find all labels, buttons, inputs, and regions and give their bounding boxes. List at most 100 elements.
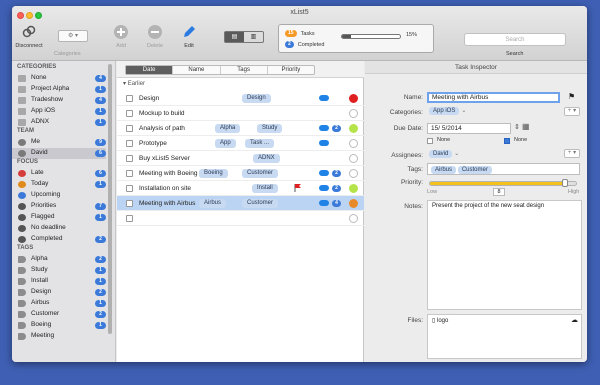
task-tag[interactable]: Task ... <box>245 139 275 148</box>
sort-tab-date[interactable]: Date <box>126 66 174 74</box>
task-checkbox[interactable] <box>126 110 133 117</box>
task-tag[interactable]: App <box>215 139 236 148</box>
priority-dot[interactable] <box>349 124 358 133</box>
name-field[interactable]: Meeting with Airbus <box>427 92 560 103</box>
task-checkbox[interactable] <box>126 125 133 132</box>
task-row[interactable] <box>117 211 364 226</box>
task-checkbox[interactable] <box>126 185 133 192</box>
tasks-status: 15 Tasks <box>285 30 315 37</box>
category-select[interactable]: App iOS ⌄ <box>429 107 466 115</box>
sidebar-item-study[interactable]: Study 1 <box>12 265 106 276</box>
tag-pill-customer[interactable]: Customer <box>457 166 492 174</box>
count-badge: 1 <box>95 119 106 126</box>
files-field[interactable]: ▯ logo ☁ <box>427 314 582 359</box>
task-checkbox[interactable] <box>126 95 133 102</box>
due-date-field[interactable]: 15/ 5/2014 <box>427 123 511 134</box>
tags-field[interactable]: Airbus Customer <box>427 163 580 175</box>
folder-icon <box>18 86 26 93</box>
priority-dot[interactable] <box>349 214 358 223</box>
task-tag[interactable]: Install <box>252 184 278 193</box>
sidebar-item-flagged[interactable]: Flagged 1 <box>12 212 106 223</box>
sidebar-item-priorities[interactable]: Priorities 7 <box>12 201 106 212</box>
assignee-select[interactable]: David ⌄ <box>429 150 459 158</box>
add-category-button[interactable]: + ▾ <box>564 107 580 116</box>
priority-slider[interactable] <box>429 181 577 186</box>
task-tag[interactable]: Boeing <box>199 169 228 178</box>
task-row[interactable]: Installation on site Install 2 <box>117 181 364 196</box>
sidebar-item-boeing[interactable]: Boeing 1 <box>12 320 106 331</box>
task-row[interactable]: Design Design <box>117 91 364 106</box>
task-tag[interactable]: Study <box>257 124 283 133</box>
add-button[interactable]: Add <box>106 24 136 49</box>
sidebar-item-alpha[interactable]: Alpha 2 <box>12 254 106 265</box>
task-checkbox[interactable] <box>126 170 133 177</box>
task-checkbox[interactable] <box>126 200 133 207</box>
priority-dot[interactable] <box>349 169 358 178</box>
task-row[interactable]: Meeting with Airbus Airbus Customer 4 <box>117 196 364 211</box>
sidebar-item-late[interactable]: Late 6 <box>12 168 106 179</box>
sidebar-item-design[interactable]: Design 2 <box>12 287 106 298</box>
sidebar-item-me[interactable]: Me 9 <box>12 137 106 148</box>
delete-button[interactable]: Delete <box>140 24 170 49</box>
column-view-icon[interactable]: ▥ <box>244 32 263 42</box>
task-tag[interactable]: ADNX <box>253 154 280 163</box>
task-tag[interactable]: Design <box>242 94 271 103</box>
task-row[interactable]: Prototype App Task ... <box>117 136 364 151</box>
calendar-icon[interactable]: ▦ <box>522 122 530 131</box>
priority-dot[interactable] <box>349 199 358 208</box>
sidebar-item-today[interactable]: Today 1 <box>12 179 106 190</box>
cloud-download-icon[interactable]: ☁ <box>571 316 578 324</box>
priority-dot[interactable] <box>349 94 358 103</box>
task-checkbox[interactable] <box>126 155 133 162</box>
task-checkbox[interactable] <box>126 215 133 222</box>
sidebar-item-tradeshow[interactable]: Tradeshow 4 <box>12 95 106 106</box>
tag-pill-airbus[interactable]: Airbus <box>431 166 457 174</box>
add-assignee-button[interactable]: + ▾ <box>564 149 580 158</box>
sidebar-item-no-deadline[interactable]: No deadline <box>12 223 106 234</box>
priority-dot[interactable] <box>349 109 358 118</box>
list-view-icon[interactable]: ▤ <box>225 32 244 42</box>
sidebar-item-completed[interactable]: Completed 2 <box>12 234 106 245</box>
task-row[interactable]: Meeting with Boeing Boeing Customer 2 <box>117 166 364 181</box>
edit-button[interactable]: Edit <box>174 24 204 49</box>
none-checkbox-2[interactable] <box>504 138 510 144</box>
task-row[interactable]: Mockup to build <box>117 106 364 121</box>
sidebar-item-project-alpha[interactable]: Project Alpha 1 <box>12 84 106 95</box>
task-tag[interactable]: Customer <box>242 199 279 208</box>
sidebar-item-customer[interactable]: Customer 2 <box>12 309 106 320</box>
priority-knob[interactable] <box>562 179 569 187</box>
priority-dot[interactable] <box>349 154 358 163</box>
file-name[interactable]: logo <box>437 318 448 324</box>
view-mode-toggle[interactable]: ▤ ▥ <box>224 31 264 43</box>
task-tag[interactable]: Alpha <box>215 124 241 133</box>
categories-popup-button[interactable]: ⚙ ▾ <box>58 30 88 42</box>
disconnect-button[interactable]: Disconnect <box>14 24 44 49</box>
flag-icon[interactable]: ⚑ <box>568 92 575 101</box>
sidebar-item-adnx[interactable]: ADNX 1 <box>12 117 106 128</box>
priority-dot[interactable] <box>349 139 358 148</box>
date-stepper[interactable]: ⇕ <box>514 123 520 131</box>
priority-label: Priority: <box>400 179 423 186</box>
sidebar-item-meeting[interactable]: Meeting <box>12 331 106 342</box>
task-tag[interactable]: Airbus <box>199 199 227 208</box>
search-input[interactable]: Search <box>464 33 566 46</box>
notes-field[interactable]: Present the project of the new seat desi… <box>427 200 582 310</box>
task-tag[interactable]: Customer <box>242 169 279 178</box>
task-row[interactable]: Buy xList5 Server ADNX <box>117 151 364 166</box>
sidebar-item-upcoming[interactable]: Upcoming <box>12 190 106 201</box>
priority-dot[interactable] <box>349 184 358 193</box>
sort-tab-name[interactable]: Name <box>173 66 221 74</box>
task-row[interactable]: Analysis of path Alpha Study 2 <box>117 121 364 136</box>
sidebar-scrollbar[interactable] <box>108 64 112 334</box>
flag-icon[interactable] <box>294 184 301 192</box>
sidebar-item-app-ios[interactable]: App iOS 1 <box>12 106 106 117</box>
none-checkbox-1[interactable] <box>427 138 433 144</box>
priority-number-field[interactable]: 8 <box>493 188 505 196</box>
sidebar-item-install[interactable]: Install 1 <box>12 276 106 287</box>
sort-tab-tags[interactable]: Tags <box>221 66 268 74</box>
sidebar-item-airbus[interactable]: Airbus 1 <box>12 298 106 309</box>
task-checkbox[interactable] <box>126 140 133 147</box>
sidebar-item-david[interactable]: David 6 <box>12 148 106 159</box>
sidebar-item-none[interactable]: None 4 <box>12 73 106 84</box>
sort-tab-priority[interactable]: Priority <box>268 66 314 74</box>
